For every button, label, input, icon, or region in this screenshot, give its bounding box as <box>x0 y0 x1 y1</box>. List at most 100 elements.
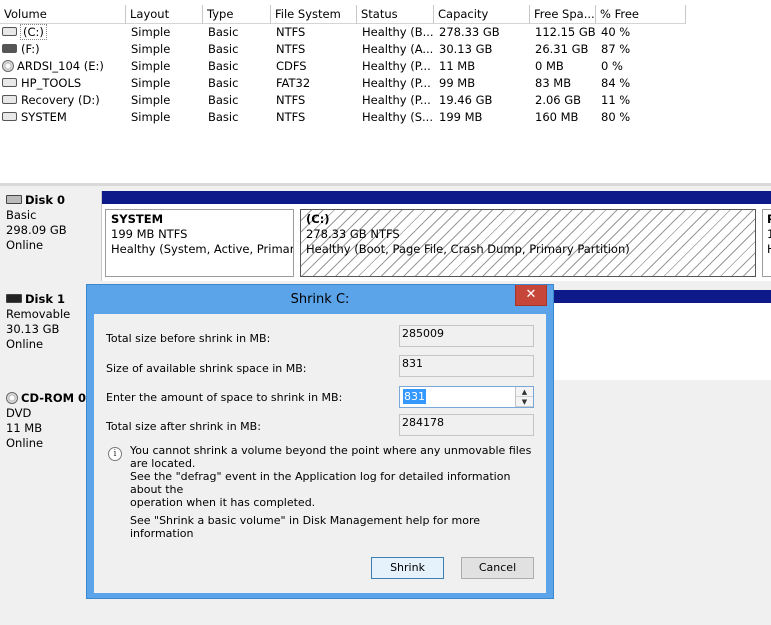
volume-pct: 40 % <box>601 25 631 39</box>
volume-fs: NTFS <box>276 25 306 39</box>
spin-up-icon[interactable]: ▲ <box>516 387 533 397</box>
table-row[interactable]: ARDSI_104 (E:) Simple Basic CDFS Healthy… <box>0 58 771 75</box>
volume-capacity: 30.13 GB <box>439 42 493 56</box>
column-header-file-system[interactable]: File System <box>271 5 357 24</box>
column-header-capacity[interactable]: Capacity <box>434 5 530 24</box>
volume-layout: Simple <box>131 42 171 56</box>
drive-icon <box>2 27 17 36</box>
table-row[interactable]: Recovery (D:) Simple Basic NTFS Healthy … <box>0 92 771 109</box>
volume-type: Basic <box>208 25 239 39</box>
volume-capacity: 19.46 GB <box>439 93 493 107</box>
volume-name: HP_TOOLS <box>21 76 82 90</box>
volume-list-header: Volume Layout Type File System Status Ca… <box>0 5 771 24</box>
volume-list[interactable]: Volume Layout Type File System Status Ca… <box>0 0 771 183</box>
drive-icon <box>2 95 17 104</box>
shrink-amount-stepper[interactable]: 831 ▲ ▼ <box>399 386 534 408</box>
volume-status: Healthy (S... <box>362 110 433 124</box>
volume-layout: Simple <box>131 110 171 124</box>
volume-fs: NTFS <box>276 93 306 107</box>
total-after-label: Total size after shrink in MB: <box>106 420 261 433</box>
volume-layout: Simple <box>131 25 171 39</box>
shrink-amount-label: Enter the amount of space to shrink in M… <box>106 391 343 404</box>
partition-status: Healthy (System, Active, Primary P <box>111 242 294 256</box>
volume-fs: FAT32 <box>276 76 311 90</box>
volume-fs: NTFS <box>276 42 306 56</box>
volume-fs: CDFS <box>276 59 307 73</box>
partition-name: (C:) <box>306 212 330 226</box>
table-row[interactable]: HP_TOOLS Simple Basic FAT32 Healthy (P..… <box>0 75 771 92</box>
volume-type: Basic <box>208 59 239 73</box>
volume-status: Healthy (A... <box>362 42 434 56</box>
shrink-amount-input[interactable]: 831 <box>403 389 426 404</box>
cd-icon <box>6 391 18 404</box>
cdrom-0-label[interactable]: CD-ROM 0 DVD 11 MB Online <box>6 391 86 451</box>
partition-recovery[interactable]: R 1 H <box>759 191 771 281</box>
available-space-label: Size of available shrink space in MB: <box>106 362 307 375</box>
shrink-button[interactable]: Shrink <box>371 557 444 579</box>
disk-0-partitions: SYSTEM 199 MB NTFS Healthy (System, Acti… <box>101 191 771 281</box>
column-header-free-space[interactable]: Free Spa... <box>530 5 596 24</box>
volume-pct: 80 % <box>601 110 631 124</box>
disk-title: Disk 1 <box>25 292 65 306</box>
volume-pct: 0 % <box>601 59 623 73</box>
volume-pct: 84 % <box>601 76 631 90</box>
disk-size: 298.09 GB <box>6 223 67 237</box>
dialog-title[interactable]: Shrink C: <box>87 285 553 312</box>
drive-icon <box>2 44 17 53</box>
drive-icon <box>2 112 17 121</box>
shrink-dialog: Shrink C: ✕ Total size before shrink in … <box>86 284 554 599</box>
partition-status: Healthy (Boot, Page File, Crash Dump, Pr… <box>306 242 630 256</box>
disk-type: Basic <box>6 208 37 222</box>
disk-type: DVD <box>6 406 32 420</box>
table-row[interactable]: (C:) Simple Basic NTFS Healthy (B... 278… <box>0 24 771 41</box>
disk-type: Removable <box>6 307 71 321</box>
disk-state: Online <box>6 436 44 450</box>
available-space-field: 831 <box>399 355 534 377</box>
volume-capacity: 11 MB <box>439 59 476 73</box>
volume-name: (C:) <box>20 24 47 40</box>
volume-layout: Simple <box>131 59 171 73</box>
partition-size: 199 MB NTFS <box>111 227 188 241</box>
partition-c[interactable]: (C:) 278.33 GB NTFS Healthy (Boot, Page … <box>297 191 759 281</box>
volume-name: SYSTEM <box>21 110 67 124</box>
volume-status: Healthy (P... <box>362 76 431 90</box>
column-header-percent-free[interactable]: % Free <box>596 5 686 24</box>
column-header-status[interactable]: Status <box>357 5 434 24</box>
volume-status: Healthy (P... <box>362 93 431 107</box>
partition-size: 278.33 GB NTFS <box>306 227 400 241</box>
column-header-layout[interactable]: Layout <box>126 5 203 24</box>
disk-size: 11 MB <box>6 421 43 435</box>
volume-name: ARDSI_104 (E:) <box>17 59 104 73</box>
volume-status: Healthy (P... <box>362 59 431 73</box>
volume-free: 0 MB <box>535 59 564 73</box>
disk-state: Online <box>6 337 44 351</box>
partition-name: SYSTEM <box>111 212 164 226</box>
volume-free: 26.31 GB <box>535 42 589 56</box>
disk-icon <box>6 294 22 303</box>
disk-1-label[interactable]: Disk 1 Removable 30.13 GB Online <box>6 292 70 352</box>
total-before-label: Total size before shrink in MB: <box>106 332 271 345</box>
volume-status: Healthy (B... <box>362 25 434 39</box>
volume-free: 83 MB <box>535 76 572 90</box>
partition-system[interactable]: SYSTEM 199 MB NTFS Healthy (System, Acti… <box>102 191 297 281</box>
volume-free: 112.15 GB <box>535 25 596 39</box>
cancel-button[interactable]: Cancel <box>461 557 534 579</box>
volume-type: Basic <box>208 110 239 124</box>
help-message: See "Shrink a basic volume" in Disk Mana… <box>130 514 481 540</box>
volume-capacity: 199 MB <box>439 110 483 124</box>
drive-icon <box>2 78 17 87</box>
total-after-field: 284178 <box>399 414 534 436</box>
volume-name: (F:) <box>21 42 40 56</box>
disk-size: 30.13 GB <box>6 322 60 336</box>
volume-layout: Simple <box>131 76 171 90</box>
volume-pct: 11 % <box>601 93 631 107</box>
disk-0-label[interactable]: Disk 0 Basic 298.09 GB Online <box>6 193 67 253</box>
close-button[interactable]: ✕ <box>515 285 547 306</box>
column-header-volume[interactable]: Volume <box>0 5 126 24</box>
volume-free: 160 MB <box>535 110 579 124</box>
column-header-type[interactable]: Type <box>203 5 271 24</box>
table-row[interactable]: SYSTEM Simple Basic NTFS Healthy (S... 1… <box>0 109 771 126</box>
spin-down-icon[interactable]: ▼ <box>516 397 533 407</box>
volume-free: 2.06 GB <box>535 93 582 107</box>
table-row[interactable]: (F:) Simple Basic NTFS Healthy (A... 30.… <box>0 41 771 58</box>
